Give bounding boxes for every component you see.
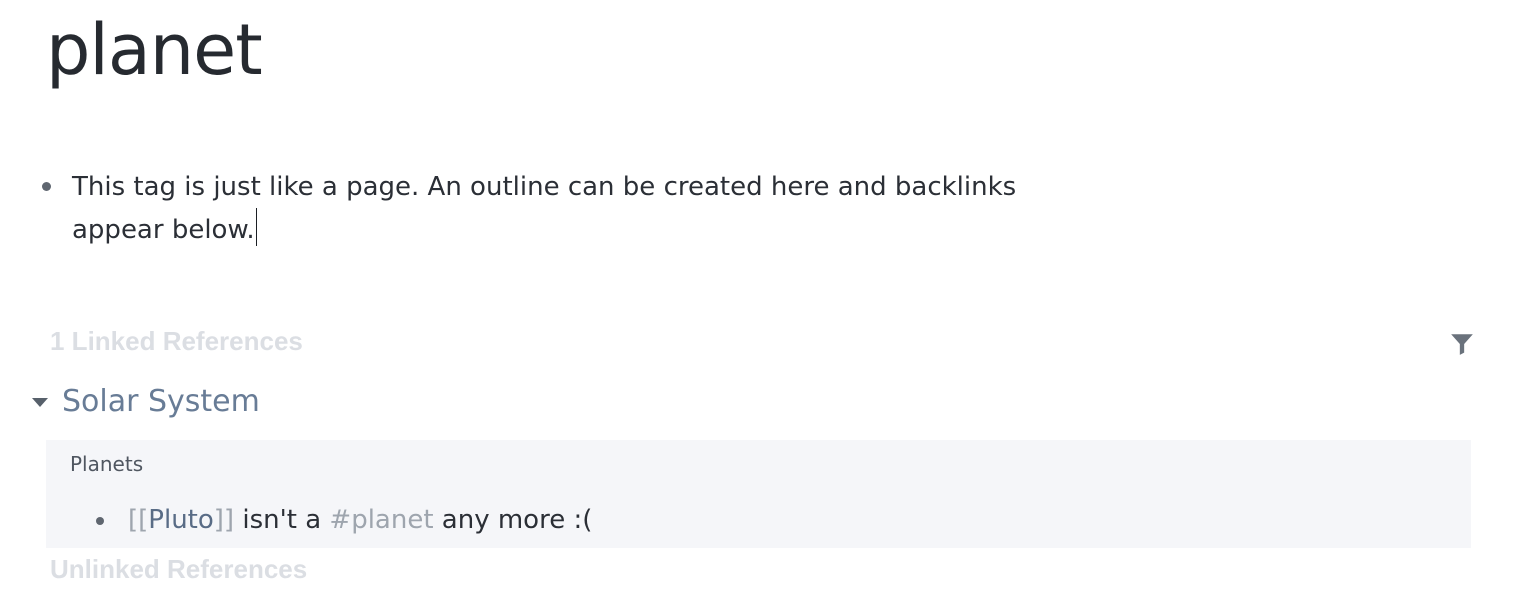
block-bullet[interactable] xyxy=(42,182,51,191)
text-cursor xyxy=(255,208,258,246)
block-text: This tag is just like a page. An outline… xyxy=(72,172,1017,245)
tag-link-planet[interactable]: #planet xyxy=(329,505,433,535)
reference-block-text[interactable]: [[Pluto]] isn't a #planet any more :( xyxy=(128,500,592,540)
link-bracket-close: ]] xyxy=(213,505,235,535)
reference-block-bullet[interactable] xyxy=(96,517,104,525)
filter-icon[interactable] xyxy=(1449,331,1475,357)
reference-card: Planets [[Pluto]] isn't a #planet any mo… xyxy=(46,440,1471,548)
reference-page-title[interactable]: Solar System xyxy=(62,384,260,419)
page-link-pluto[interactable]: Pluto xyxy=(148,505,213,535)
reference-text-end: any more :( xyxy=(433,505,593,535)
unlinked-references-heading[interactable]: Unlinked References xyxy=(50,554,307,585)
reference-text-middle: isn't a xyxy=(234,505,330,535)
linked-references-heading[interactable]: 1 Linked References xyxy=(50,326,303,357)
page-title[interactable]: planet xyxy=(46,8,263,92)
block-editor[interactable]: This tag is just like a page. An outline… xyxy=(72,166,1052,251)
link-bracket-open: [[ xyxy=(128,505,149,535)
collapse-toggle-icon[interactable] xyxy=(32,397,48,407)
breadcrumb[interactable]: Planets xyxy=(70,452,143,476)
reference-group-header[interactable]: Solar System xyxy=(32,380,260,422)
